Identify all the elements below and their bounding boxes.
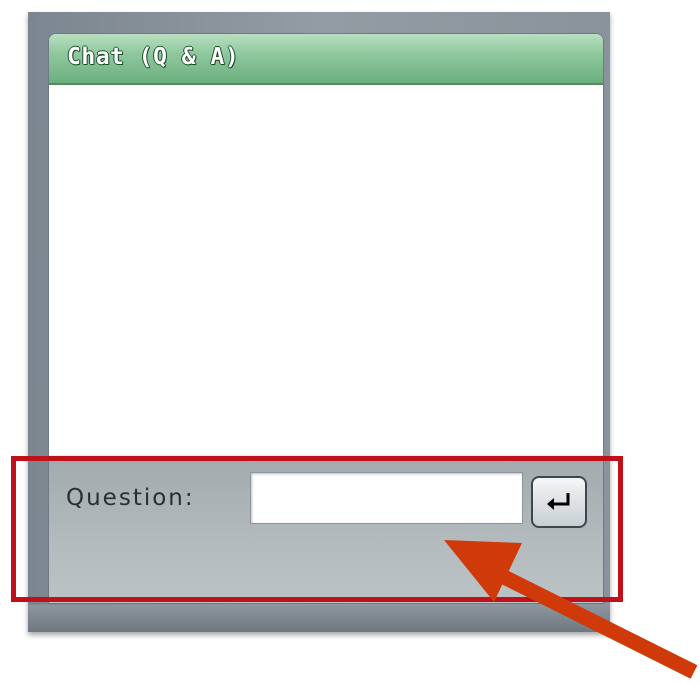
chat-title-bar: Chat (Q & A) [49,34,603,85]
highlight-box [11,456,623,602]
frame-bottom-edge [28,605,610,632]
chat-messages-area[interactable] [49,85,603,455]
chat-title: Chat (Q & A) [67,44,240,70]
